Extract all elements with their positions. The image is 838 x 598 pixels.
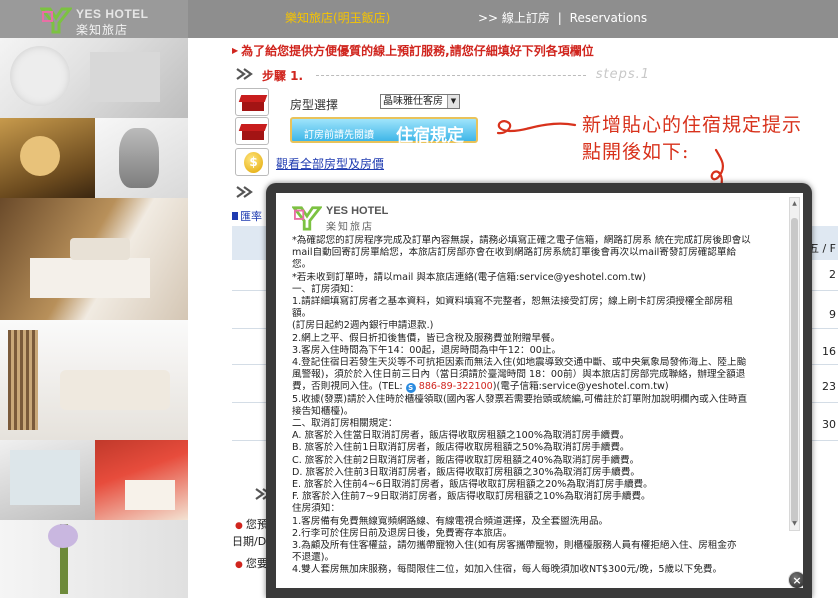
terms-line: C. 旅客於入住前2日取消訂房者，飯店得收取訂房租額之40%為取消訂房手續費。: [292, 454, 640, 466]
price-icon: $: [235, 148, 269, 176]
hotel-photo-8: [0, 520, 188, 598]
modal-logo-text-en: YES HOTEL: [326, 205, 389, 217]
policy-modal-content[interactable]: YES HOTEL 楽知旅店 *為確認您的訂房程序完成及訂單內容無誤，請務必填寫…: [276, 193, 803, 588]
annotation-line-2: 點開後如下:: [582, 141, 690, 163]
hotel-name: 樂知旅店(明玉飯店): [285, 11, 391, 25]
coin-icon: $: [244, 152, 263, 173]
chevron-right-icon: [236, 68, 253, 80]
policy-icon: [235, 117, 269, 145]
room-type-selected-value: 晶味雅仕客房: [383, 96, 443, 107]
terms-line: mail自動回寄訂房單給您，本旅店訂房部亦會在收到網路訂房系統訂單後會再次以ma…: [292, 247, 737, 259]
modal-logo-text-zh: 楽知旅店: [326, 222, 374, 233]
hotel-photo-4: [0, 198, 188, 320]
scroll-down-icon[interactable]: ▼: [790, 520, 799, 528]
logo[interactable]: YES HOTEL 楽知旅店: [0, 0, 188, 38]
chevron-right-icon: [236, 186, 253, 198]
nav-online-booking[interactable]: >> 線上訂房: [478, 11, 550, 25]
terms-line: 4.雙人套房無加床服務，每間限住二位，如加入住宿，每人每晚須加收NT$300元/…: [292, 564, 723, 576]
annotation-line-1: 新增貼心的住宿規定提示: [582, 114, 803, 136]
terms-line: 接告知櫃檯)。: [292, 405, 354, 417]
bg-tab-text: 匯率: [240, 210, 262, 223]
breadcrumb: >> 線上訂房 | Reservations: [478, 9, 647, 26]
modal-close-button[interactable]: ×: [788, 571, 803, 588]
modal-scrollbar[interactable]: ▲ ▼: [789, 197, 800, 531]
terms-line: 1.客房備有免費無線寬頻網路線、有線電視合頻道選擇，及全套盥洗用品。: [292, 515, 609, 527]
nav-separator: |: [557, 11, 562, 25]
scrollbar-thumb[interactable]: [791, 218, 798, 523]
terms-line: D. 旅客於入住前3日取消訂房者，飯店得收取訂房租額之30%為取消訂房手續費。: [292, 466, 640, 478]
terms-line: 二、取消訂房相關規定：: [292, 418, 398, 430]
dropdown-arrow-icon[interactable]: ▼: [447, 95, 459, 108]
terms-line: *為確認您的訂房程序完成及訂單內容無誤，請務必填寫正確之電子信箱，網路訂房系 統…: [292, 235, 751, 246]
terms-line: 3.為顧及所有住客權益，請勿攜帶寵物入住(如有房客攜帶寵物，則櫃檯服務人員有權拒…: [292, 540, 737, 552]
terms-line: 額。: [292, 308, 312, 320]
hotel-photo-1: [0, 38, 188, 118]
logo-mark-icon: [292, 206, 322, 231]
terms-line: 不退還)。: [292, 552, 335, 564]
terms-line: 您。: [292, 259, 312, 271]
hotel-photo-strip: [0, 38, 188, 598]
step1-label: 步驟 1.: [262, 69, 304, 83]
read-policy-button[interactable]: 訂房前請先閱讀 住宿規定: [290, 117, 478, 146]
left-arrow-icon: [496, 120, 577, 135]
terms-line: F. 旅客於入住前7~9日取消訂房者，飯店得收取訂房租額之10%為取消訂房手續費…: [292, 491, 651, 503]
step1-watermark: steps.1: [595, 67, 650, 82]
nav-reservations[interactable]: Reservations: [570, 11, 647, 25]
terms-line: 3.客房入住時間為下午14：00起，退房時間為中午12：00止。: [292, 344, 562, 356]
skype-icon[interactable]: S: [405, 383, 416, 394]
hotel-photo-7: [95, 440, 188, 520]
terms-line: (訂房日起約2週內銀行申請退款.): [292, 320, 434, 332]
room-type-select[interactable]: 晶味雅仕客房 ▼: [380, 94, 460, 109]
bullet-icon: ●: [235, 560, 243, 570]
bg-question-2-text: 您要: [245, 557, 268, 570]
hotel-photo-3: [95, 118, 188, 198]
terms-line: B. 旅客於入住前1日取消訂房者，飯店得收取房租額之50%為取消訂房手續費。: [292, 442, 630, 454]
terms-line: 5.收據(發票)請於入住時於櫃檯領取(國內客人發票若需要抬頭或統編,可備註於訂單…: [292, 393, 748, 405]
policy-terms-text: *為確認您的訂房程序完成及訂單內容無誤，請務必填寫正確之電子信箱，網路訂房系 統…: [292, 235, 792, 577]
bg-question-1-text: 您預: [245, 518, 268, 531]
bullet-icon: ●: [235, 521, 243, 531]
modal-logo: YES HOTEL 楽知旅店: [292, 203, 422, 233]
form-notice: 為了給您提供方便優質的線上預訂服務,請您仔細填好下列各項欄位: [232, 42, 594, 59]
view-all-rooms-link[interactable]: 觀看全部房型及房價: [276, 155, 384, 172]
terms-line: 2.網上之平、假日折扣後售價，皆已含稅及服務費並附贈早餐。: [292, 332, 561, 344]
policy-button-small-text: 訂房前請先閱讀: [304, 130, 374, 141]
room-type-icon: [235, 88, 269, 116]
terms-line: E. 旅客於入住前4~6日取消訂房者，飯店得收取訂房租額之20%為取消訂房手續費…: [292, 479, 653, 491]
terms-line: 風警報)，須於於入住日前三日內（當日須請於臺灣時間 18：00前）與本旅店訂房部…: [292, 369, 746, 381]
room-type-label: 房型選擇: [290, 98, 339, 112]
terms-line: 4.登記住宿日若發生天災等不可抗拒因素而無法入住(如地震導致交通中斷、或中央氣象…: [292, 357, 747, 369]
logo-text-zh: 楽知旅店: [76, 23, 129, 37]
policy-modal: YES HOTEL 楽知旅店 *為確認您的訂房程序完成及訂單內容無誤，請務必填寫…: [266, 183, 812, 598]
terms-line: *若未收到訂單時，請以mail 與本旅店連絡(電子信箱:service@yesh…: [292, 271, 647, 283]
step1-divider: [316, 75, 586, 76]
logo-mark-icon: [40, 7, 72, 34]
terms-line: A. 旅客於入住當日取消訂房者，飯店得收取房租額之100%為取消訂房手續費。: [292, 430, 630, 442]
terms-line: 住房須知：: [292, 503, 340, 515]
hotel-photo-5: [0, 320, 188, 440]
bg-question-1: ● 您預: [235, 516, 268, 532]
annotation-callout: 新增貼心的住宿規定提示 點開後如下:: [582, 112, 832, 166]
bg-question-2: ● 您要: [235, 555, 268, 571]
hotel-photo-2: [0, 118, 95, 198]
terms-email: )(電子信箱:service@yeshotel.com.tw): [492, 381, 669, 393]
bg-date-label: 日期/D: [232, 535, 267, 548]
terms-line: 1.請詳細填寫訂房者之基本資料，如資料填寫不完整者，恕無法接受訂房；線上刷卡訂房…: [292, 296, 733, 308]
step1-header: 步驟 1. steps.1: [232, 64, 656, 84]
terms-line: 2.行李可於住房日前及退房日後，免費寄存本旅店。: [292, 527, 513, 539]
hotel-photo-6: [0, 440, 95, 520]
policy-button-big-text: 住宿規定: [396, 126, 464, 146]
scroll-up-icon[interactable]: ▲: [790, 200, 799, 208]
terms-tel-prefix: 費，否則視同入住。(TEL:: [292, 381, 403, 393]
hotel-phone-number[interactable]: 886-89-322100: [419, 381, 493, 392]
terms-line: 一、訂房須知：: [292, 283, 360, 295]
logo-text-en: YES HOTEL: [76, 7, 149, 21]
terms-contact-line: 費，否則視同入住。(TEL: S 886-89-322100)(電子信箱:ser…: [292, 381, 792, 394]
top-header: YES HOTEL 楽知旅店 樂知旅店(明玉飯店) >> 線上訂房 | Rese…: [0, 0, 838, 38]
